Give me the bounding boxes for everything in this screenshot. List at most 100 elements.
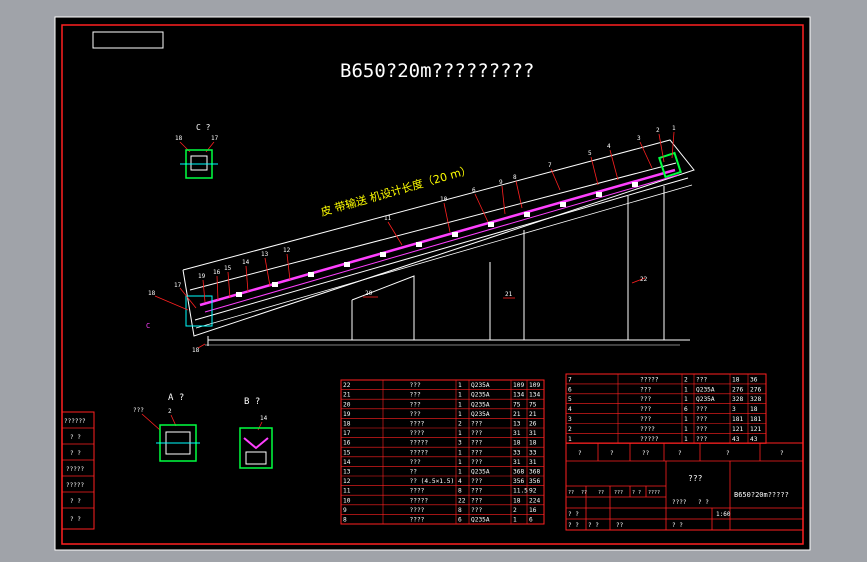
strip-cell-2: ? ? — [70, 434, 81, 441]
parts-right-cell: 43 — [750, 436, 758, 443]
callout-1: 1 — [672, 125, 676, 132]
parts-right-cell: 7 — [568, 376, 572, 383]
parts-right-cell: 36 — [750, 376, 758, 383]
callout-5: 5 — [588, 150, 592, 157]
parts-left-cell: 356 — [513, 478, 524, 485]
parts-left-cell: 6 — [458, 517, 462, 524]
drawing-title: B650?20m????????? — [340, 60, 534, 82]
parts-right-cell: 181 — [750, 416, 761, 423]
parts-right-cell: 276 — [750, 386, 761, 393]
tb-scale: 1:60 — [716, 511, 731, 518]
parts-left-cell: 8 — [458, 507, 462, 514]
parts-left-cell: ???? — [410, 421, 425, 428]
parts-left-cell: 11 — [343, 488, 351, 495]
parts-left-cell: 134 — [513, 392, 524, 399]
parts-left-cell: 75 — [513, 401, 521, 408]
parts-left-cell: Q235A — [471, 411, 490, 418]
parts-right-cell: ????? — [640, 436, 659, 443]
tb-rev-3: ?? — [598, 490, 604, 496]
callout-17: 17 — [174, 282, 182, 289]
tb-rev-2: ?? — [581, 490, 587, 496]
parts-left-cell: 18 — [343, 421, 351, 428]
parts-left-cell: 31 — [529, 430, 537, 437]
parts-left-cell: 10 — [343, 497, 351, 504]
parts-left-cell: 21 — [343, 392, 351, 399]
parts-left-cell: 31 — [513, 459, 521, 466]
callout-22: 22 — [640, 276, 648, 283]
parts-left-cell: 1 — [458, 411, 462, 418]
parts-left-cell: 109 — [513, 382, 524, 389]
parts-left-cell: ???? — [410, 507, 425, 514]
parts-left-cell: Q235A — [471, 517, 490, 524]
callout-20: 20 — [365, 290, 373, 297]
view-c-callout-17: 17 — [211, 135, 219, 142]
view-a-callout-2: 2 — [168, 408, 172, 415]
parts-right-cell: ??? — [640, 406, 651, 413]
parts-left-cell: ???? — [410, 488, 425, 495]
parts-left-cell: ??? — [471, 449, 482, 456]
parts-right-cell: 2 — [568, 426, 572, 433]
callout-6: 6 — [472, 187, 476, 194]
cad-drawing: B650?20m????????? 皮 带输送 机设计长度（20 m） 1 2 … — [54, 16, 811, 551]
parts-left-cell: 19 — [343, 411, 351, 418]
parts-left-cell: 18 — [513, 497, 521, 504]
tb-header-6: ? — [780, 450, 784, 457]
parts-left-cell: 368 — [513, 469, 524, 476]
parts-right-cell: 6 — [568, 386, 572, 393]
parts-left-cell: ????? — [410, 440, 429, 447]
parts-left-cell: 22 — [458, 497, 466, 504]
parts-left-cell: ??? — [471, 421, 482, 428]
parts-left-cell: 31 — [513, 430, 521, 437]
strip-cell-1: ?????? — [64, 418, 86, 425]
callout-8: 8 — [513, 174, 517, 181]
callout-18: 18 — [148, 290, 156, 297]
callout-10: 10 — [440, 196, 448, 203]
parts-left-cell: 14 — [343, 459, 351, 466]
parts-right-cell: 5 — [568, 396, 572, 403]
parts-right-cell: 121 — [750, 426, 761, 433]
parts-left-cell: Q235A — [471, 382, 490, 389]
tb-bottom-2: ? ? — [568, 522, 579, 529]
drawing-background — [55, 17, 810, 550]
parts-right-cell: ??? — [640, 416, 651, 423]
parts-left-cell: 2 — [513, 507, 517, 514]
tb-rev-5: ? ? — [632, 490, 641, 496]
parts-left-cell: 21 — [513, 411, 521, 418]
tb-header-3: ?? — [642, 450, 650, 457]
parts-right-cell: 18 — [732, 376, 740, 383]
parts-left-cell: 1 — [458, 459, 462, 466]
parts-left-cell: ??? — [410, 392, 421, 399]
callout-16: 16 — [213, 269, 221, 276]
parts-left-cell: ??? — [471, 507, 482, 514]
parts-right-cell: 43 — [732, 436, 740, 443]
parts-left-cell: 9 — [343, 507, 347, 514]
parts-left-cell: ??? — [471, 430, 482, 437]
view-c-label: C ? — [196, 123, 211, 132]
parts-left-cell: 1 — [458, 382, 462, 389]
callout-3: 3 — [637, 135, 641, 142]
parts-left-cell: ????? — [410, 449, 429, 456]
parts-right-cell: 1 — [568, 436, 572, 443]
strip-cell-4: ????? — [66, 466, 84, 473]
parts-left-cell: 1 — [458, 392, 462, 399]
parts-right-cell: 2 — [684, 376, 688, 383]
parts-left-cell: ??? — [410, 401, 421, 408]
parts-left-cell: ???? — [410, 430, 425, 437]
view-a-label: A ? — [168, 393, 184, 403]
parts-left-cell: ??? — [410, 382, 421, 389]
parts-left-cell: 11.5 — [513, 488, 528, 495]
callout-19: 19 — [198, 273, 206, 280]
parts-left-cell: 134 — [529, 392, 540, 399]
view-c-callout-18: 18 — [175, 135, 183, 142]
view-b-label: B ? — [244, 397, 260, 407]
tb-small-3: ? ? — [672, 522, 683, 529]
parts-left-cell: ??? — [410, 459, 421, 466]
parts-left-cell: ??? — [471, 459, 482, 466]
callout-2: 2 — [656, 127, 660, 134]
parts-right-cell: 181 — [732, 416, 743, 423]
parts-right-cell: 3 — [568, 416, 572, 423]
parts-left-cell: ??? — [471, 440, 482, 447]
parts-left-cell: 368 — [529, 469, 540, 476]
strip-cell-3: ? ? — [70, 450, 81, 457]
parts-right-cell: 1 — [684, 436, 688, 443]
